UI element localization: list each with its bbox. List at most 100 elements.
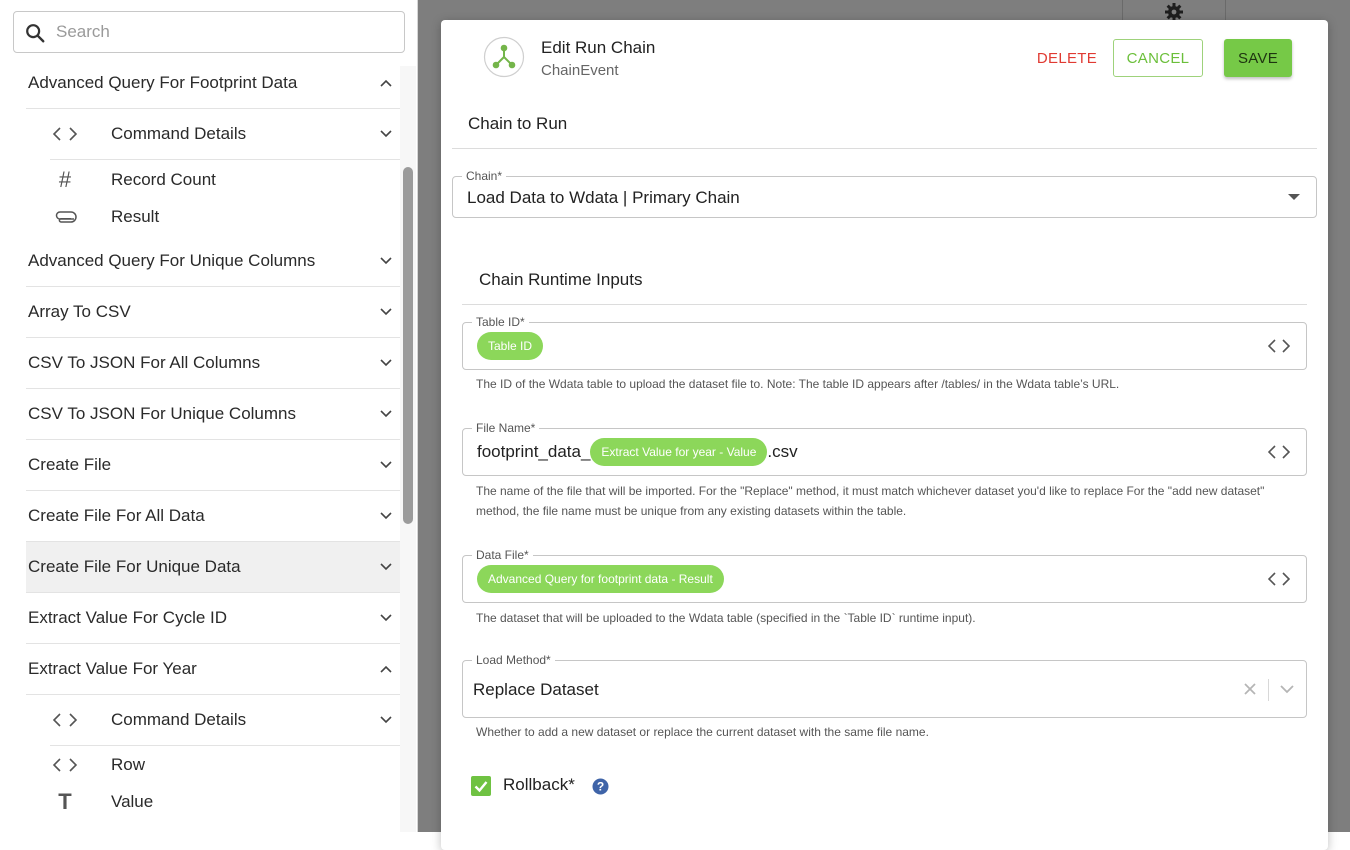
list-item-label: Command Details [111, 710, 247, 729]
chevron-up-icon[interactable] [380, 79, 392, 87]
svg-text:?: ? [597, 780, 604, 794]
chevron-down-icon[interactable] [380, 308, 392, 316]
list-item-csv-json-all[interactable]: CSV To JSON For All Columns [26, 338, 400, 389]
list-item-label: Advanced Query For Footprint Data [28, 73, 298, 92]
file-name-helper-line1: The name of the file that will be import… [476, 484, 1265, 498]
delete-button[interactable]: DELETE [1021, 39, 1113, 77]
chevron-down-icon[interactable] [380, 614, 392, 622]
paperclip-icon [55, 211, 77, 223]
cancel-button[interactable]: CANCEL [1113, 39, 1203, 77]
list-item-label: Create File For All Data [28, 506, 205, 525]
file-name-label: File Name* [472, 421, 540, 435]
list-item-label: Result [111, 207, 160, 226]
code-icon [52, 127, 78, 141]
load-method-label: Load Method* [472, 653, 555, 667]
code-icon[interactable] [1268, 339, 1290, 353]
chevron-down-icon[interactable] [380, 130, 392, 138]
gear-icon [1165, 3, 1183, 21]
list-item-advanced-query-footprint[interactable]: Advanced Query For Footprint Data [26, 58, 400, 109]
table-id-helper: The ID of the Wdata table to upload the … [476, 377, 1120, 391]
list-item-extract-cycle-id[interactable]: Extract Value For Cycle ID [26, 593, 400, 644]
edit-run-chain-modal: Edit Run Chain ChainEvent DELETE CANCEL … [441, 20, 1328, 850]
data-file-pill[interactable]: Advanced Query for footprint data - Resu… [477, 565, 724, 593]
chain-section-title: Chain to Run [468, 114, 568, 133]
chevron-down-icon[interactable] [380, 716, 392, 724]
list-item-command-details[interactable]: Command Details [50, 109, 400, 160]
table-id-value: Table ID [477, 332, 544, 360]
chevron-down-icon[interactable] [380, 461, 392, 469]
chevron-down-icon[interactable] [1280, 685, 1294, 694]
list-item-label: Row [111, 755, 146, 774]
table-id-field[interactable]: Table ID* Table ID [462, 315, 1307, 370]
search-box[interactable] [13, 11, 405, 53]
list-item-label: Create File [28, 455, 112, 474]
select-separator [1268, 679, 1269, 701]
data-file-value: Advanced Query for footprint data - Resu… [477, 565, 724, 593]
file-name-pill[interactable]: Extract Value for year - Value [590, 438, 768, 466]
chevron-down-icon[interactable] [380, 563, 392, 571]
modal-title: Edit Run Chain [541, 38, 656, 57]
list-item-advanced-query-unique[interactable]: Advanced Query For Unique Columns [26, 236, 400, 287]
code-icon[interactable] [1268, 572, 1290, 586]
list-item-label: Extract Value For Cycle ID [28, 608, 228, 627]
modal-subtitle: ChainEvent [541, 62, 619, 79]
save-button[interactable]: SAVE [1224, 39, 1292, 77]
list-item-label: CSV To JSON For All Columns [28, 353, 261, 372]
chain-node-icon [483, 36, 525, 78]
code-icon [52, 758, 78, 772]
rollback-checkbox[interactable] [471, 776, 491, 796]
help-icon[interactable]: ? [592, 778, 609, 795]
data-file-field[interactable]: Data File* Advanced Query for footprint … [462, 548, 1307, 603]
table-id-label: Table ID* [472, 315, 529, 329]
chain-select[interactable]: Chain* Load Data to Wdata | Primary Chai… [452, 169, 1317, 218]
chain-select-label: Chain* [462, 169, 507, 183]
list-item-create-file[interactable]: Create File [26, 440, 400, 491]
list-item-result[interactable]: Result [50, 198, 400, 236]
chevron-down-icon[interactable] [380, 257, 392, 265]
search-input[interactable] [54, 18, 394, 46]
list-item-value[interactable]: T Value [50, 783, 400, 821]
list-item-record-count[interactable]: # Record Count [50, 160, 400, 200]
list-item-label: CSV To JSON For Unique Columns [28, 404, 297, 423]
chain-select-value: Load Data to Wdata | Primary Chain [467, 188, 740, 207]
chevron-up-icon[interactable] [380, 665, 392, 673]
divider [462, 304, 1307, 305]
text-type-icon: T [58, 789, 72, 814]
data-file-helper: The dataset that will be uploaded to the… [476, 611, 976, 625]
list-item-label: Array To CSV [28, 302, 131, 321]
list-item-csv-json-unique[interactable]: CSV To JSON For Unique Columns [26, 389, 400, 440]
file-name-suffix: .csv [767, 442, 798, 461]
code-icon [52, 713, 78, 727]
list-item-create-file-all[interactable]: Create File For All Data [26, 491, 400, 542]
checkmark-icon [474, 781, 488, 793]
file-name-helper-line2: method, the file name must be unique fro… [476, 504, 907, 518]
scrollbar-thumb[interactable] [403, 167, 413, 524]
file-name-field[interactable]: File Name* footprint_data_ Extract Value… [462, 421, 1307, 476]
sidebar: Advanced Query For Footprint Data Comman… [0, 0, 418, 832]
code-icon[interactable] [1268, 445, 1290, 459]
search-icon [26, 24, 45, 43]
file-name-value: footprint_data_ Extract Value for year -… [477, 438, 798, 466]
list-item-label: Advanced Query For Unique Columns [28, 251, 316, 270]
chevron-down-icon[interactable] [380, 359, 392, 367]
table-id-pill[interactable]: Table ID [477, 332, 544, 360]
rollback-label: Rollback* [503, 775, 575, 794]
load-method-helper: Whether to add a new dataset or replace … [476, 725, 929, 739]
clear-icon[interactable] [1244, 683, 1256, 695]
chevron-down-icon[interactable] [380, 512, 392, 520]
list-item-command-details[interactable]: Command Details [50, 695, 400, 746]
list-item-label: Value [111, 792, 154, 811]
list-item-label: Command Details [111, 124, 247, 143]
load-method-value: Replace Dataset [473, 680, 599, 699]
list-item-row[interactable]: Row [50, 746, 400, 784]
dropdown-arrow-icon[interactable] [1288, 193, 1300, 201]
list-item-label: Extract Value For Year [28, 659, 197, 678]
list-item-array-to-csv[interactable]: Array To CSV [26, 287, 400, 338]
file-name-prefix: footprint_data_ [477, 442, 591, 461]
hash-icon: # [58, 167, 72, 192]
list-item-label: Create File For Unique Data [28, 557, 241, 576]
load-method-select[interactable]: Load Method* Replace Dataset [462, 653, 1307, 718]
list-item-create-file-unique[interactable]: Create File For Unique Data [26, 542, 400, 593]
chevron-down-icon[interactable] [380, 410, 392, 418]
list-item-extract-year[interactable]: Extract Value For Year [26, 644, 400, 695]
